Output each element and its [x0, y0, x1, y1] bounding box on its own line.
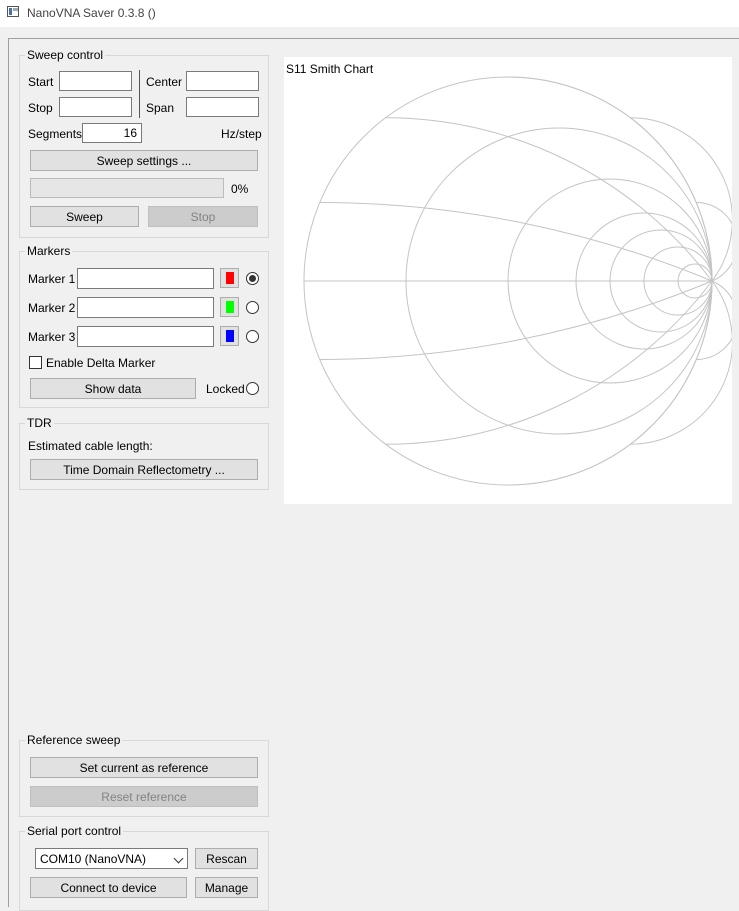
- stop-label: Stop: [28, 101, 53, 115]
- reset-reference-button[interactable]: Reset reference: [30, 786, 258, 807]
- reference-sweep-title: Reference sweep: [25, 733, 123, 747]
- segments-label: Segments: [28, 127, 83, 141]
- start-label: Start: [28, 75, 54, 89]
- stop-button[interactable]: Stop: [148, 206, 258, 227]
- enable-delta-marker-label: Enable Delta Marker: [46, 356, 156, 370]
- enable-delta-marker-checkbox[interactable]: [29, 356, 42, 369]
- serial-port-control-title: Serial port control: [25, 824, 124, 838]
- marker-1-color-swatch: [226, 272, 234, 284]
- sweep-settings-button[interactable]: Sweep settings ...: [30, 150, 258, 171]
- smith-reactance-arc: [630, 280, 732, 445]
- marker-1-input[interactable]: [77, 268, 214, 289]
- smith-chart: [303, 76, 732, 486]
- sweep-progress-bar: [30, 178, 224, 198]
- markers-title: Markers: [25, 244, 73, 258]
- marker-1-label: Marker 1: [28, 272, 76, 286]
- segments-input[interactable]: [82, 123, 142, 143]
- marker-2-color-swatch: [226, 301, 234, 313]
- start-input[interactable]: [59, 71, 132, 91]
- time-domain-reflectometry-button[interactable]: Time Domain Reflectometry ...: [30, 459, 258, 480]
- chevron-down-icon: [173, 853, 184, 864]
- manage-button[interactable]: Manage: [195, 877, 258, 898]
- window-title: NanoVNA Saver 0.3.8 (): [27, 6, 156, 20]
- marker-2-color-button[interactable]: [220, 297, 239, 317]
- marker-2-label: Marker 2: [28, 301, 76, 315]
- tdr-title: TDR: [25, 416, 54, 430]
- estimated-cable-length-label: Estimated cable length:: [28, 439, 153, 453]
- span-input[interactable]: [186, 97, 259, 117]
- marker-3-input[interactable]: [77, 326, 214, 347]
- connect-to-device-button[interactable]: Connect to device: [30, 877, 187, 898]
- marker-3-label: Marker 3: [28, 330, 76, 344]
- serial-port-selected: COM10 (NanoVNA): [40, 852, 147, 866]
- stop-input[interactable]: [59, 97, 132, 117]
- smith-chart-panel: S11 Smith Chart: [284, 57, 732, 504]
- rescan-button[interactable]: Rescan: [195, 848, 258, 869]
- progress-text: 0%: [231, 182, 249, 196]
- app-icon: [7, 6, 19, 17]
- locked-label: Locked: [206, 382, 245, 396]
- center-label: Center: [146, 75, 183, 89]
- marker-3-radio[interactable]: [246, 330, 259, 343]
- set-current-as-reference-button[interactable]: Set current as reference: [30, 757, 258, 778]
- span-label: Span: [146, 101, 175, 115]
- marker-2-input[interactable]: [77, 297, 214, 318]
- hz-step-label: Hz/step: [221, 127, 262, 141]
- sweep-button[interactable]: Sweep: [30, 206, 139, 227]
- marker-2-radio[interactable]: [246, 301, 259, 314]
- serial-port-control-group: [19, 831, 269, 911]
- serial-port-select[interactable]: COM10 (NanoVNA): [35, 848, 188, 869]
- marker-3-color-button[interactable]: [220, 326, 239, 346]
- marker-1-radio[interactable]: [246, 272, 259, 285]
- smith-reactance-arc: [696, 280, 732, 360]
- start-stop-divider: [139, 70, 140, 118]
- marker-1-color-button[interactable]: [220, 268, 239, 288]
- sweep-control-title: Sweep control: [25, 48, 106, 62]
- smith-reactance-arc: [696, 202, 732, 282]
- show-data-button[interactable]: Show data: [30, 378, 196, 399]
- marker-3-color-swatch: [226, 330, 234, 342]
- smith-reactance-arc: [630, 117, 732, 282]
- locked-radio[interactable]: [246, 382, 259, 395]
- center-input[interactable]: [186, 71, 259, 91]
